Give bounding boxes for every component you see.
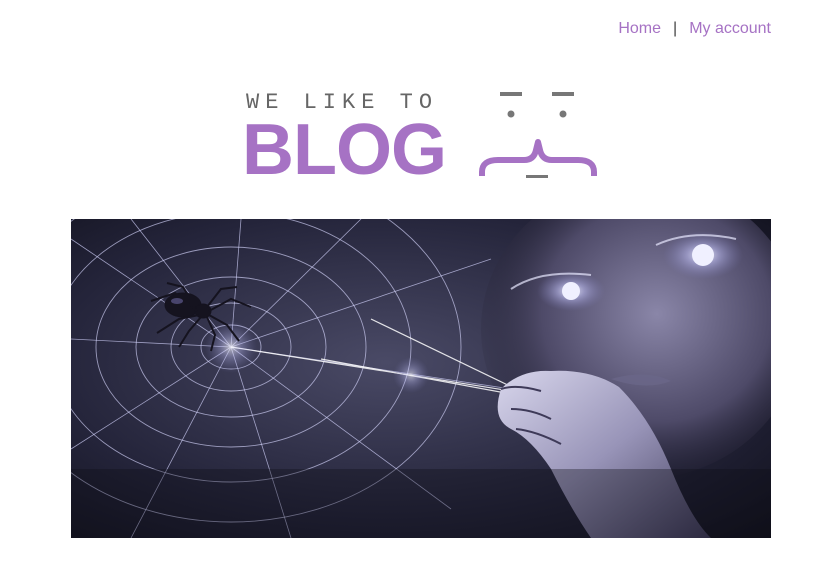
nav-my-account-link[interactable]: My account: [689, 20, 771, 38]
nav-separator: |: [673, 20, 678, 37]
top-nav: Home | My account: [618, 20, 771, 38]
nav-home-link[interactable]: Home: [618, 20, 661, 38]
logo-wordmark: BLOG: [242, 110, 447, 190]
emoticon-face-icon: [479, 92, 597, 178]
spider-web-banner-icon: [71, 219, 771, 538]
header-banner-image: [71, 219, 771, 538]
site-logo[interactable]: WE LIKE TO BLOG: [242, 88, 604, 190]
page: Home | My account WE LIKE TO BLOG: [0, 0, 818, 561]
